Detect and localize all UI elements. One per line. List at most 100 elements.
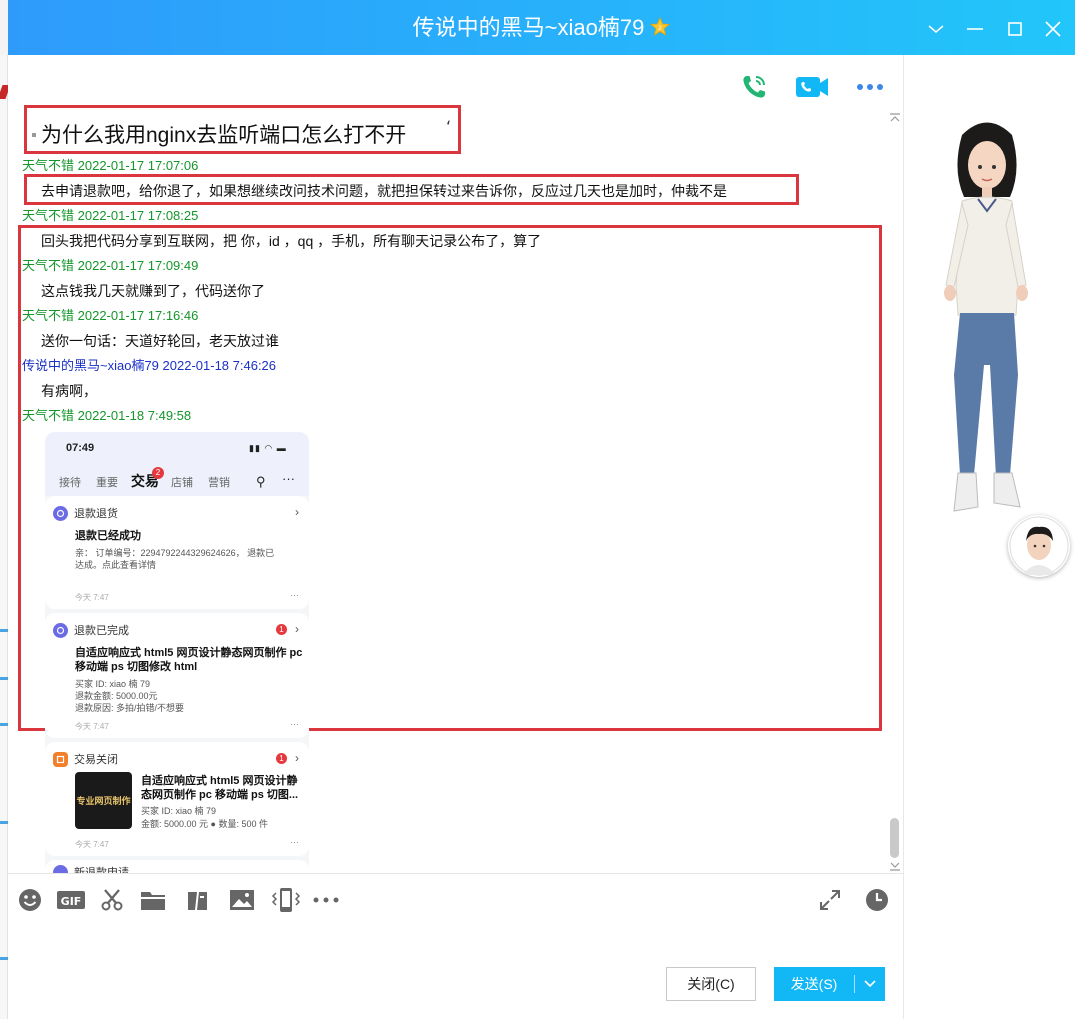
maximize-button[interactable] [1000, 14, 1030, 44]
expand-icon[interactable] [816, 886, 844, 914]
card-header-label: 退款退货 [74, 508, 118, 520]
character-avatar [944, 122, 1028, 512]
file-transfer-icon[interactable] [183, 886, 211, 914]
chevron-down-icon[interactable] [921, 14, 951, 44]
scroll-top-icon[interactable] [889, 113, 901, 125]
scroll-bottom-icon[interactable] [889, 859, 901, 871]
contact-show-panel [903, 55, 1075, 1019]
refund-icon [53, 505, 68, 521]
card-line: 金额: 5000.00 元 ● 数量: 500 件 [141, 819, 268, 829]
card-header-label: 交易关闭 [74, 754, 118, 766]
card-more-icon: ··· [290, 719, 299, 729]
message-text: 回头我把代码分享到互联网，把 你，id ，qq ，手机，所有聊天记录公布了，算了 [41, 233, 542, 249]
video-call-icon[interactable] [794, 69, 830, 105]
phone-tab: 店铺 [171, 477, 193, 489]
image-icon[interactable] [228, 886, 256, 914]
card-title: 自适应响应式 html5 网页设计静态网页制作 pc [75, 647, 303, 659]
signal-icon: ▮▮ ◠ ▬ [249, 443, 287, 453]
card-footer-time: 今天 7:47 [75, 840, 109, 849]
image-message[interactable]: 07:49 ▮▮ ◠ ▬ 接待 重要 交易 2 店铺 营销 ⚲ ··· 退款退货… [45, 432, 309, 876]
card-header: 退款已完成 [53, 621, 129, 639]
chevron-down-icon[interactable] [855, 980, 885, 988]
sender-name: 传说中的黑马~xiao楠79 [22, 358, 159, 373]
card-more-icon: ··· [290, 590, 299, 600]
sender-name: 天气不错 [22, 408, 75, 423]
card-title: 退款已经成功 [75, 530, 141, 542]
window-title-wrap: 传说中的黑马~xiao楠79 2 [8, 13, 1075, 43]
chevron-right-icon: › [295, 505, 299, 519]
message-time: 2022-01-17 17:08:25 [77, 208, 199, 223]
card-line: 亲： 订单编号：2294792244329624626， 退款已 [75, 548, 275, 558]
close-icon[interactable] [1038, 14, 1068, 44]
folder-icon[interactable] [139, 886, 167, 914]
more-icon[interactable] [852, 69, 888, 105]
svg-text:GIF: GIF [61, 895, 82, 908]
message-text: 送你一句话：天道好轮回，老天放过谁 [41, 333, 279, 349]
phone-search-icon: ⚲ [256, 474, 266, 489]
message-text: 去申请退款吧，给你退了，如果想继续改问技术问题，就把担保转过来告诉你，反应过几天… [41, 183, 727, 199]
background-window-strip [0, 55, 11, 1019]
card-line: 退款原因: 多拍/拍错/不想要 [75, 703, 185, 713]
history-clock-icon[interactable] [863, 886, 891, 914]
message-text: 有病啊， [41, 383, 97, 399]
message-input[interactable] [8, 923, 903, 1013]
sender-name: 天气不错 [22, 158, 75, 173]
message-time: 2022-01-17 17:09:49 [77, 258, 199, 273]
card-footer-time: 今天 7:47 [75, 593, 109, 602]
scrollbar-thumb[interactable] [890, 818, 899, 858]
card-header-label: 退款已完成 [74, 625, 129, 637]
emoji-icon[interactable] [16, 886, 44, 914]
voice-call-icon[interactable] [736, 69, 772, 105]
message-meta: 传说中的黑马~xiao楠79 2022-01-18 7:46:26 [22, 357, 276, 375]
message-scrollbar[interactable] [888, 113, 902, 921]
phone-card-refund-done: 退款已完成 1 › 自适应响应式 html5 网页设计静态网页制作 pc 移动端… [45, 613, 309, 738]
message-meta: 天气不错 2022-01-17 17:08:25 [22, 207, 198, 225]
card-line: 买家 ID: xiao 楠 79 [141, 806, 217, 816]
message-text: 这点钱我几天就赚到了，代码送你了 [41, 283, 265, 299]
sender-name: 天气不错 [22, 308, 75, 323]
background-divider [0, 629, 8, 632]
product-thumbnail: 专业网页制作 [75, 772, 132, 829]
background-divider [0, 723, 8, 726]
card-title: 移动端 ps 切图修改 html [75, 661, 198, 673]
send-button[interactable]: 发送(S) [774, 967, 885, 1001]
window-title: 传说中的黑马~xiao楠79 [412, 15, 645, 40]
phone-shake-icon[interactable] [270, 886, 302, 914]
order-icon [53, 751, 68, 767]
card-line: 达成。点此查看详情 [75, 560, 157, 570]
message-time: 2022-01-18 7:49:58 [77, 408, 192, 423]
minimize-button[interactable] [960, 14, 990, 44]
message-list[interactable]: 为什么我用nginx去监听端口怎么打不开 ‘ 天气不错 2022-01-17 1… [8, 105, 888, 925]
background-divider [0, 957, 8, 960]
tab-badge: 2 [152, 467, 164, 479]
self-avatar[interactable] [1008, 515, 1070, 577]
chevron-right-icon: › [295, 622, 299, 636]
scissors-icon[interactable] [98, 886, 126, 914]
message-meta: 天气不错 2022-01-17 17:09:49 [22, 257, 198, 275]
highlighted-message: 为什么我用nginx去监听端口怎么打不开 [41, 124, 407, 147]
more-icon[interactable] [312, 886, 340, 914]
phone-tab: 重要 [96, 477, 118, 489]
phone-card-closed: 交易关闭 1 › 专业网页制作 自适应响应式 html5 网页设计静 态网页制作… [45, 742, 309, 856]
card-line: 退款金额: 5000.00元 [75, 691, 158, 701]
card-header: 交易关闭 [53, 750, 118, 768]
card-header: 退款退货 [53, 504, 118, 522]
card-more-icon: ··· [290, 837, 299, 847]
bullet-dot [32, 133, 36, 137]
svg-text:2: 2 [658, 25, 662, 32]
phone-tab: 营销 [208, 477, 230, 489]
message-time: 2022-01-17 17:16:46 [77, 308, 199, 323]
call-toolbar [736, 69, 888, 105]
chevron-right-icon: › [295, 751, 299, 765]
card-title: 态网页制作 pc 移动端 ps 切图... [141, 789, 299, 801]
close-button[interactable]: 关闭(C) [666, 967, 756, 1001]
title-bar[interactable]: 传说中的黑马~xiao楠79 2 [8, 0, 1075, 55]
message-meta: 天气不错 2022-01-18 7:49:58 [22, 407, 191, 425]
message-meta: 天气不错 2022-01-17 17:16:46 [22, 307, 198, 325]
phone-tab: 接待 [59, 477, 81, 489]
phone-tabs: 接待 重要 交易 2 店铺 营销 ⚲ ··· [45, 466, 309, 496]
input-toolbar: GIF [8, 873, 903, 923]
gif-icon[interactable]: GIF [56, 886, 86, 914]
phone-more-icon: ··· [282, 471, 295, 486]
phone-card-refund: 退款退货 › 退款已经成功 亲： 订单编号：229479224432962462… [45, 496, 309, 609]
